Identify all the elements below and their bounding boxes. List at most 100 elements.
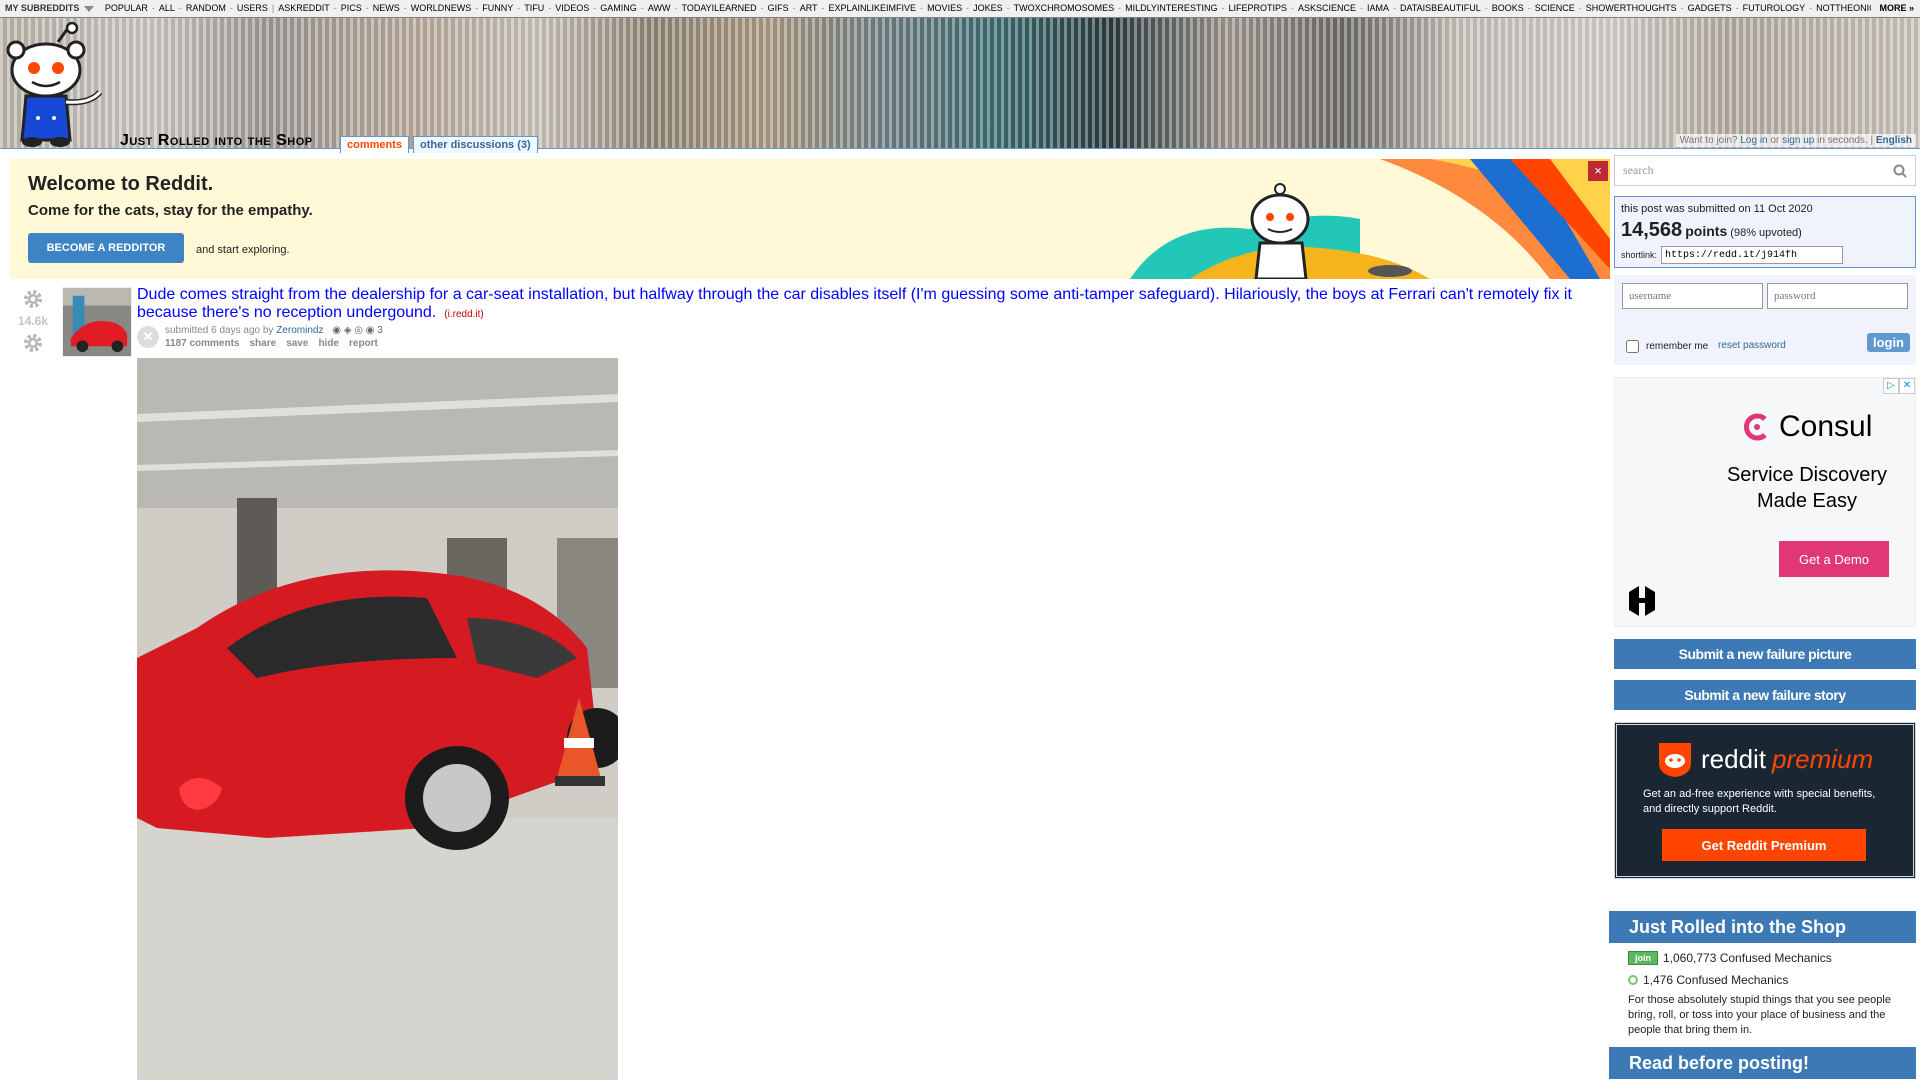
- subreddit-link[interactable]: TIFU: [524, 3, 544, 13]
- comments-link[interactable]: 1187 comments: [165, 338, 240, 349]
- subreddit-link[interactable]: SCIENCE: [1535, 3, 1575, 13]
- separator: -: [517, 3, 521, 13]
- downvote-gear-icon[interactable]: [21, 331, 45, 355]
- language-link[interactable]: English: [1876, 135, 1912, 146]
- subreddit-box-title[interactable]: Just Rolled into the Shop: [1609, 911, 1916, 943]
- save-button[interactable]: save: [286, 338, 308, 349]
- by-label: by: [262, 325, 274, 336]
- login-button[interactable]: login: [1866, 333, 1910, 352]
- separator: -: [1527, 3, 1531, 13]
- subreddit-link[interactable]: MOVIES: [927, 3, 962, 13]
- subreddit-link[interactable]: JOKES: [973, 3, 1003, 13]
- remember-me-checkbox[interactable]: [1626, 340, 1639, 353]
- subreddit-link[interactable]: EXPLAINLIKEIMFIVE: [829, 3, 917, 13]
- search-input[interactable]: search: [1614, 155, 1916, 186]
- get-premium-button[interactable]: Get Reddit Premium: [1662, 829, 1866, 861]
- post-thumbnail[interactable]: [62, 287, 132, 357]
- subreddit-link[interactable]: AWW: [648, 3, 671, 13]
- award-icon: ◎: [354, 325, 363, 336]
- subreddit-link[interactable]: ART: [800, 3, 818, 13]
- become-redditor-button[interactable]: BECOME A REDDITOR: [28, 233, 184, 263]
- advertisement[interactable]: ▷ ✕ Consul Service Discovery Made Easy G…: [1614, 377, 1916, 627]
- subreddit-link[interactable]: POPULAR: [105, 3, 148, 13]
- remember-me[interactable]: remember me: [1622, 337, 1708, 356]
- awards[interactable]: ◉ ◈ ◎ ◉ 3: [332, 325, 383, 336]
- subreddit-link[interactable]: DATAISBEAUTIFUL: [1400, 3, 1481, 13]
- join-button[interactable]: join: [1628, 951, 1658, 965]
- separator: -: [229, 3, 233, 13]
- subreddit-link[interactable]: LIFEPROTIPS: [1228, 3, 1287, 13]
- ad-cta-button[interactable]: Get a Demo: [1779, 541, 1889, 577]
- snoo-mascot-logo[interactable]: [2, 22, 110, 148]
- adchoices-icon[interactable]: ▷: [1883, 378, 1899, 394]
- search-icon[interactable]: [1893, 164, 1907, 178]
- subreddit-links: POPULAR - ALL - RANDOM - USERS | ASKREDDIT - PICS -…: [105, 3, 1900, 13]
- subreddit-bar: MY SUBREDDITS POPULAR - ALL - RANDOM - USERS | A…: [0, 0, 1920, 18]
- separator: -: [1735, 3, 1739, 13]
- subreddit-link[interactable]: GIFS: [768, 3, 789, 13]
- author-link[interactable]: Zeromindz: [276, 325, 323, 336]
- shortlink-field[interactable]: [1661, 246, 1844, 264]
- subreddit-link[interactable]: ASKREDDIT: [278, 3, 330, 13]
- hashicorp-logo-icon: [1629, 586, 1655, 616]
- rules-title[interactable]: Read before posting!: [1609, 1047, 1916, 1079]
- submitted-time: 6 days ago: [211, 325, 261, 336]
- separator: -: [178, 3, 182, 13]
- username-field[interactable]: [1622, 283, 1763, 309]
- welcome-illustration: [1130, 159, 1610, 279]
- subreddit-link[interactable]: ASKSCIENCE: [1298, 3, 1356, 13]
- ad-logo: Consul: [1743, 410, 1872, 444]
- subreddit-link[interactable]: PICS: [341, 3, 362, 13]
- post-score: 14.6k: [18, 314, 49, 328]
- subreddit-link[interactable]: FUTUROLOGY: [1743, 3, 1806, 13]
- reddit-premium-box: reddit premium Get an ad-free experience…: [1614, 722, 1916, 879]
- hide-button[interactable]: hide: [318, 338, 339, 349]
- submit-story-button[interactable]: Submit a new failure story: [1614, 680, 1916, 710]
- subreddit-link[interactable]: WORLDNEWS: [411, 3, 472, 13]
- subreddit-link[interactable]: RANDOM: [186, 3, 226, 13]
- tab-other-discussions[interactable]: other discussions (3): [413, 136, 538, 153]
- subreddit-link[interactable]: VIDEOS: [555, 3, 589, 13]
- password-field[interactable]: [1767, 283, 1908, 309]
- signup-link[interactable]: sign up: [1782, 135, 1814, 146]
- separator: -: [1360, 3, 1363, 13]
- subreddit-link[interactable]: SHOWERTHOUGHTS: [1586, 3, 1677, 13]
- subreddit-link[interactable]: USERS: [237, 3, 268, 13]
- separator: -: [821, 3, 825, 13]
- online-row: 1,476 Confused Mechanics: [1628, 973, 1788, 987]
- separator: -: [548, 3, 552, 13]
- reset-password-link[interactable]: reset password: [1718, 340, 1786, 351]
- my-subreddits-dropdown[interactable]: MY SUBREDDITS: [5, 3, 95, 13]
- ad-choices[interactable]: ▷ ✕: [1883, 378, 1915, 394]
- subreddit-link[interactable]: NEWS: [373, 3, 400, 13]
- premium-brand-2: premium: [1772, 743, 1874, 774]
- close-ad-icon[interactable]: ✕: [1899, 378, 1915, 394]
- subreddit-link[interactable]: GADGETS: [1688, 3, 1732, 13]
- subreddit-link[interactable]: GAMING: [600, 3, 637, 13]
- hide-post-icon[interactable]: ✕: [137, 326, 159, 348]
- separator: |: [1870, 135, 1874, 146]
- subreddit-link[interactable]: FUNNY: [482, 3, 513, 13]
- post-image-ferrari[interactable]: [137, 358, 618, 1080]
- subreddit-title[interactable]: Just Rolled into the Shop: [120, 132, 313, 150]
- login-link[interactable]: Log in: [1740, 135, 1767, 146]
- subreddit-link[interactable]: TWOXCHROMOSOMES: [1014, 3, 1115, 13]
- tab-comments[interactable]: comments: [340, 136, 410, 153]
- subreddit-link[interactable]: IAMA: [1367, 3, 1389, 13]
- post-domain[interactable]: (i.redd.it): [444, 309, 483, 320]
- subreddit-link[interactable]: ALL: [159, 3, 175, 13]
- share-button[interactable]: share: [250, 338, 277, 349]
- subreddit-link[interactable]: MILDLYINTERESTING: [1125, 3, 1217, 13]
- more-subreddits-link[interactable]: MORE »: [1871, 0, 1920, 17]
- close-banner-button[interactable]: ×: [1588, 161, 1608, 181]
- join-prompt: Want to join?: [1679, 135, 1738, 146]
- upvote-gear-icon[interactable]: [21, 287, 45, 311]
- post-title-link[interactable]: Dude comes straight from the dealership …: [137, 286, 1572, 321]
- separator: -: [640, 3, 644, 13]
- or-text: or: [1770, 135, 1780, 146]
- report-button[interactable]: report: [349, 338, 378, 349]
- subreddit-link[interactable]: BOOKS: [1492, 3, 1524, 13]
- post-title[interactable]: Dude comes straight from the dealership …: [137, 286, 1577, 324]
- submit-picture-button[interactable]: Submit a new failure picture: [1614, 639, 1916, 669]
- subreddit-link[interactable]: TODAYILEARNED: [681, 3, 756, 13]
